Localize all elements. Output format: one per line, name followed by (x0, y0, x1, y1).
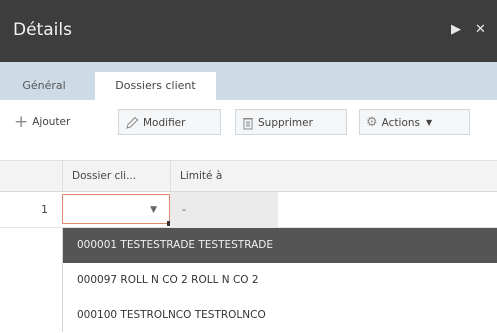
pencil-icon (125, 110, 139, 140)
play-icon[interactable]: ▶ (451, 23, 461, 36)
dossier-combobox[interactable]: ▼ (62, 194, 172, 226)
limite-cell[interactable]: - (170, 192, 278, 227)
gear-icon: ⚙ (366, 115, 378, 130)
edit-label: Modifier (143, 117, 186, 129)
toolbar: + Ajouter Modifier Supprimer ⚙ Actions ▼ (0, 100, 497, 160)
column-header-limite[interactable]: Limité à (170, 161, 278, 191)
actions-button[interactable]: ⚙ Actions ▼ (359, 109, 470, 135)
column-header-dossier[interactable]: Dossier cli... (62, 161, 170, 191)
dropdown-option[interactable]: 000100 TESTROLNCO TESTROLNCO (63, 298, 497, 333)
chevron-down-icon[interactable]: ▼ (150, 205, 157, 215)
delete-button[interactable]: Supprimer (235, 109, 347, 135)
trash-icon (242, 110, 254, 140)
dropdown-option[interactable]: 000001 TESTESTRADE TESTESTRADE (63, 228, 497, 263)
panel-title: Détails (13, 20, 72, 40)
close-icon[interactable]: ✕ (475, 23, 486, 36)
tab-general[interactable]: Général (8, 72, 80, 100)
delete-label: Supprimer (258, 117, 313, 129)
dossier-dropdown-list: 000001 TESTESTRADE TESTESTRADE 000097 RO… (62, 228, 497, 332)
tab-bar: Général Dossiers client (0, 62, 497, 100)
plus-icon: + (14, 112, 29, 132)
row-number: 1 (41, 203, 48, 216)
grid-header: Dossier cli... Limité à (0, 160, 497, 192)
chevron-down-icon: ▼ (426, 118, 433, 127)
tab-dossiers-client[interactable]: Dossiers client (95, 72, 216, 100)
dropdown-option[interactable]: 000097 ROLL N CO 2 ROLL N CO 2 (63, 263, 497, 298)
table-row[interactable]: 1 ▼ - (0, 192, 497, 228)
add-label: Ajouter (32, 116, 71, 128)
panel-header: Détails ▶ ✕ (0, 0, 497, 62)
actions-label: Actions (381, 117, 421, 129)
edit-button[interactable]: Modifier (118, 109, 221, 135)
add-button[interactable]: + Ajouter (8, 109, 102, 135)
